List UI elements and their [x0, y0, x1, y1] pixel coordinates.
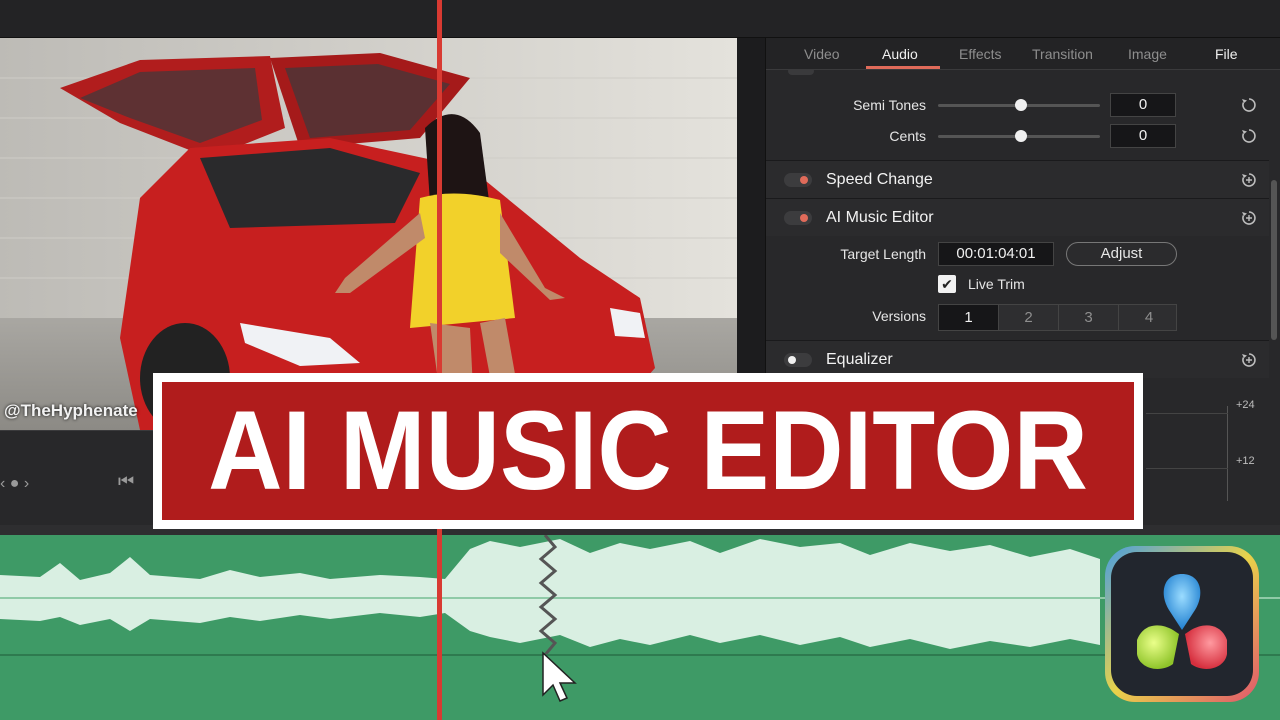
ai-music-editor-section[interactable]: AI Music Editor — [766, 198, 1269, 236]
timeline-playhead[interactable] — [437, 0, 442, 720]
equalizer-graph[interactable] — [1146, 406, 1228, 501]
eq-grid-line — [1146, 468, 1228, 469]
eq-scale-label: +24 — [1236, 399, 1255, 411]
cents-slider-knob[interactable] — [1015, 130, 1027, 142]
ai-music-editor-title: AI Music Editor — [826, 209, 934, 226]
version-4-button[interactable]: 4 — [1119, 305, 1179, 330]
inspector-scrollbar[interactable] — [1271, 180, 1277, 340]
semi-tones-slider-knob[interactable] — [1015, 99, 1027, 111]
tab-file[interactable]: File — [1215, 46, 1238, 62]
speed-change-title: Speed Change — [826, 171, 933, 188]
tab-effects[interactable]: Effects — [959, 46, 1002, 62]
equalizer-toggle[interactable] — [784, 353, 812, 367]
reset-icon[interactable] — [1240, 171, 1258, 189]
reset-icon[interactable] — [1240, 96, 1258, 114]
video-viewer[interactable]: @TheHyphenate — [0, 38, 737, 430]
versions-label: Versions — [872, 308, 926, 324]
title-banner-fill: AI MUSIC EDITOR — [162, 382, 1134, 520]
top-toolbar — [0, 0, 1280, 38]
target-length-timecode[interactable]: 00:01:04:01 — [938, 242, 1054, 266]
tab-image[interactable]: Image — [1128, 46, 1167, 62]
tab-audio[interactable]: Audio — [882, 46, 918, 62]
version-3-button[interactable]: 3 — [1059, 305, 1119, 330]
cents-value[interactable]: 0 — [1110, 124, 1176, 148]
versions-selector: 1 2 3 4 — [938, 304, 1177, 331]
audio-clip[interactable] — [0, 535, 1280, 720]
viewer-nav-controls[interactable]: ‹ ● › — [0, 475, 29, 493]
eq-scale-label: +12 — [1236, 455, 1255, 467]
live-trim-label: Live Trim — [968, 276, 1025, 292]
adjust-button[interactable]: Adjust — [1066, 242, 1177, 266]
tab-transition[interactable]: Transition — [1032, 46, 1093, 62]
title-banner: AI MUSIC EDITOR — [153, 373, 1143, 529]
reset-icon[interactable] — [1240, 351, 1258, 369]
audio-waveform — [0, 535, 1280, 702]
version-1-button[interactable]: 1 — [939, 305, 999, 330]
speed-change-section[interactable]: Speed Change — [766, 160, 1269, 198]
channel-watermark: @TheHyphenate — [4, 401, 138, 420]
title-banner-text: AI MUSIC EDITOR — [208, 388, 1088, 513]
semi-tones-label: Semi Tones — [853, 97, 926, 113]
target-length-label: Target Length — [840, 246, 926, 262]
reset-icon[interactable] — [1240, 127, 1258, 145]
active-tab-indicator — [866, 66, 940, 69]
cents-label: Cents — [889, 128, 926, 144]
tab-video[interactable]: Video — [804, 46, 840, 62]
timeline[interactable] — [0, 525, 1280, 720]
viewer-frame-image — [0, 38, 737, 430]
speed-change-toggle[interactable] — [784, 173, 812, 187]
ai-music-editor-toggle[interactable] — [784, 211, 812, 225]
version-2-button[interactable]: 2 — [999, 305, 1059, 330]
eq-grid-line — [1146, 413, 1228, 414]
reset-icon[interactable] — [1240, 209, 1258, 227]
skip-to-start-icon[interactable]: ⏮ — [118, 471, 134, 492]
davinci-resolve-logo-icon — [1105, 546, 1259, 702]
equalizer-title: Equalizer — [826, 351, 893, 368]
live-trim-checkbox[interactable]: ✔ — [938, 275, 956, 293]
semi-tones-value[interactable]: 0 — [1110, 93, 1176, 117]
inspector-tabs: Video Audio Effects Transition Image Fil… — [766, 38, 1280, 70]
